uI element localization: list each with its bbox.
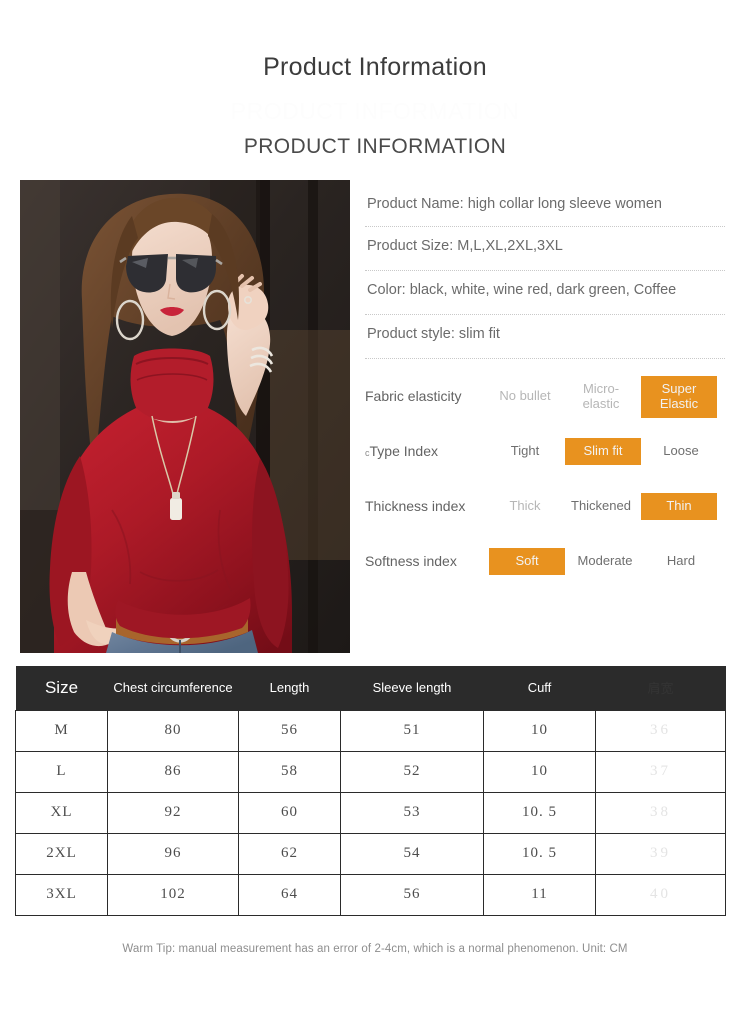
cell-chest: 80	[107, 709, 239, 752]
cell-sleeve: 51	[340, 709, 484, 752]
attr-option-thickened[interactable]: Thickened	[563, 496, 639, 517]
cell-cuff: 10. 5	[483, 791, 596, 834]
spec-product-name: Product Name: high collar long sleeve wo…	[365, 185, 725, 228]
attr-label-thickness-index: Thickness index	[365, 497, 466, 514]
cell-chest: 92	[107, 791, 239, 834]
attr-option-super-elastic[interactable]: Super Elastic	[641, 375, 717, 418]
attribute-matrix: Fabric elasticity No bullet Micro-elasti…	[365, 369, 725, 589]
attr-option-slim-fit[interactable]: Slim fit	[565, 438, 641, 466]
attr-option-soft[interactable]: Soft	[489, 548, 565, 576]
attr-label-fabric-elasticity: Fabric elasticity	[365, 387, 462, 404]
cell-length: 64	[238, 873, 341, 916]
cell-chest: 96	[107, 832, 239, 875]
cell-cuff: 10	[483, 750, 596, 793]
attr-option-tight[interactable]: Tight	[487, 441, 563, 462]
attr-option-hard[interactable]: Hard	[643, 551, 719, 572]
size-chart: Size Chest circumference Length Sleeve l…	[15, 666, 726, 916]
warm-tip-text: Warm Tip: manual measurement has an erro…	[122, 943, 628, 955]
attr-row-fabric-elasticity: Fabric elasticity No bullet Micro-elasti…	[365, 369, 725, 424]
attr-option-loose[interactable]: Loose	[643, 441, 719, 462]
size-table-header-length: Length	[238, 666, 341, 710]
table-row: L 86 58 52 10 37	[15, 750, 726, 793]
attr-row-softness-index: Softness index Soft Moderate Hard	[365, 534, 725, 589]
cell-sleeve: 53	[340, 791, 484, 834]
cell-shoulder: 39	[595, 832, 726, 875]
cell-cuff: 10	[483, 709, 596, 752]
size-table: Size Chest circumference Length Sleeve l…	[15, 666, 726, 916]
product-information-page: Product Information PRODUCT INFORMATION …	[0, 0, 750, 1034]
spec-product-size: Product Size: M,L,XL,2XL,3XL	[365, 227, 725, 272]
cell-length: 58	[238, 750, 341, 793]
attr-row-thickness-index: Thickness index Thick Thickened Thin	[365, 479, 725, 534]
table-row: 3XL 102 64 56 11 40	[15, 873, 726, 916]
page-title: Product Information	[263, 53, 487, 81]
cell-size: L	[15, 750, 108, 793]
cell-length: 60	[238, 791, 341, 834]
cell-sleeve: 54	[340, 832, 484, 875]
size-table-header-cuff: Cuff	[483, 666, 596, 710]
attr-option-thin[interactable]: Thin	[641, 493, 717, 521]
cell-size: 2XL	[15, 832, 108, 875]
cell-cuff: 11	[483, 873, 596, 916]
cell-length: 62	[238, 832, 341, 875]
size-table-header-row: Size Chest circumference Length Sleeve l…	[15, 666, 726, 710]
cell-chest: 86	[107, 750, 239, 793]
attr-option-no-bullet[interactable]: No bullet	[487, 386, 563, 407]
spec-product-style: Product style: slim fit	[365, 315, 725, 360]
attr-label-type-index: cType Index	[365, 443, 487, 461]
page-subtitle: PRODUCT INFORMATION	[243, 134, 507, 158]
attr-option-moderate[interactable]: Moderate	[567, 551, 643, 572]
page-title-ghost: PRODUCT INFORMATION	[230, 98, 520, 124]
cell-sleeve: 52	[340, 750, 484, 793]
product-content-row: Product Name: high collar long sleeve wo…	[0, 180, 750, 653]
product-photo-illustration	[20, 180, 350, 653]
attr-option-thick[interactable]: Thick	[487, 496, 563, 517]
size-table-head: Size Chest circumference Length Sleeve l…	[15, 666, 726, 710]
cell-size: M	[15, 709, 108, 752]
attr-option-micro-elastic[interactable]: Micro-elastic	[563, 379, 639, 415]
table-row: M 80 56 51 10 36	[15, 709, 726, 752]
product-spec-panel: Product Name: high collar long sleeve wo…	[365, 180, 725, 589]
cell-cuff: 10. 5	[483, 832, 596, 875]
product-photo	[20, 180, 350, 653]
size-table-header-shoulder: 肩宽	[595, 666, 726, 710]
size-table-header-size: Size	[15, 666, 108, 710]
cell-sleeve: 56	[340, 873, 484, 916]
attr-label-type-index-text: Type Index	[369, 442, 439, 459]
attr-label-softness-index: Softness index	[365, 552, 457, 569]
cell-length: 56	[238, 709, 341, 752]
cell-size: XL	[15, 791, 108, 834]
attr-row-type-index: cType Index Tight Slim fit Loose	[365, 424, 725, 479]
cell-shoulder: 38	[595, 791, 726, 834]
size-table-body: M 80 56 51 10 36 L 86 58 52 10 37 XL 92 …	[15, 709, 726, 916]
cell-shoulder: 36	[595, 709, 726, 752]
cell-size: 3XL	[15, 873, 108, 916]
size-table-header-sleeve: Sleeve length	[340, 666, 484, 710]
size-table-header-chest: Chest circumference	[107, 666, 239, 710]
spec-color: Color: black, white, wine red, dark gree…	[365, 271, 725, 316]
table-row: 2XL 96 62 54 10. 5 39	[15, 832, 726, 875]
cell-shoulder: 37	[595, 750, 726, 793]
cell-shoulder: 40	[595, 873, 726, 916]
table-row: XL 92 60 53 10. 5 38	[15, 791, 726, 834]
cell-chest: 102	[107, 873, 239, 916]
